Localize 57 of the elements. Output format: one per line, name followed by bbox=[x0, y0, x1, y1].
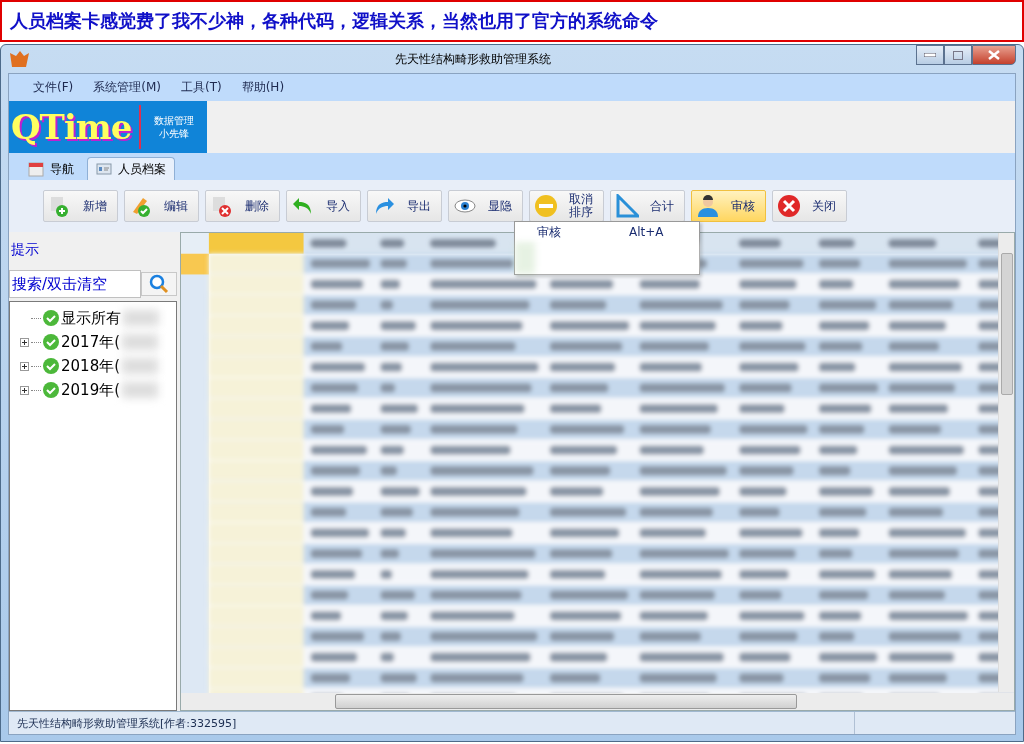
minimize-button[interactable] bbox=[916, 45, 944, 65]
check-icon bbox=[43, 310, 59, 326]
toolbar-button[interactable]: 删除 bbox=[205, 190, 280, 222]
id-card-icon bbox=[96, 161, 112, 177]
menu-item[interactable]: 系统管理(M) bbox=[83, 79, 171, 96]
app-icon bbox=[8, 49, 30, 69]
toolbar-button[interactable]: 取消排序 bbox=[529, 190, 604, 222]
blurred-text bbox=[122, 358, 159, 374]
close-icon bbox=[988, 50, 1000, 60]
horizontal-scrollbar[interactable] bbox=[181, 693, 1014, 710]
tab[interactable]: 人员档案 bbox=[87, 157, 175, 180]
tree-item[interactable]: 2017年( bbox=[61, 332, 121, 352]
user-icon bbox=[696, 194, 720, 218]
check-icon bbox=[43, 358, 59, 374]
toolbar-button[interactable]: 导出 bbox=[367, 190, 442, 222]
search-field[interactable]: 搜索/双击清空 bbox=[9, 270, 141, 298]
tree-item[interactable]: 显示所有 bbox=[61, 308, 121, 328]
close-icon bbox=[777, 194, 801, 218]
tree-item[interactable]: 2019年( bbox=[61, 380, 121, 400]
menu-item[interactable]: 文件(F) bbox=[23, 79, 84, 96]
vertical-scrollbar[interactable] bbox=[998, 233, 1014, 692]
expand-icon[interactable] bbox=[20, 337, 29, 347]
tab[interactable]: 导航 bbox=[19, 157, 83, 180]
menu-item[interactable]: 审核 Alt+A bbox=[515, 222, 699, 242]
toolbar-button[interactable]: 审核 bbox=[691, 190, 766, 222]
blurred-text bbox=[122, 382, 159, 398]
menu-item[interactable]: 帮助(H) bbox=[231, 79, 295, 96]
maximize-icon bbox=[953, 50, 963, 60]
window-title: 先天性结构畸形救助管理系统 bbox=[394, 50, 552, 68]
search-button[interactable] bbox=[141, 272, 177, 296]
status-text: 先天性结构畸形救助管理系统[作者:332595] bbox=[16, 715, 238, 731]
logo-name: QTime bbox=[10, 107, 133, 147]
maximize-button[interactable] bbox=[944, 45, 972, 65]
search-icon bbox=[149, 274, 169, 294]
calendar-icon bbox=[28, 161, 44, 177]
toolbar-button[interactable]: 编辑 bbox=[124, 190, 199, 222]
banner-caption: 人员档案卡感觉费了我不少神，各种代码，逻辑关系，当然也用了官方的系统命令 bbox=[0, 0, 1024, 42]
menu-item[interactable]: 工具(T) bbox=[171, 79, 232, 96]
blurred-text bbox=[122, 334, 159, 350]
minus-circle-icon bbox=[534, 194, 558, 218]
tree-item[interactable]: 2018年( bbox=[61, 356, 121, 376]
expand-icon[interactable] bbox=[20, 361, 29, 371]
hint-label: 提示 bbox=[10, 240, 40, 259]
toolbar-button[interactable]: 新增 bbox=[43, 190, 118, 222]
toolbar-button[interactable]: 关闭 bbox=[772, 190, 847, 222]
logo-subtitle: 数据管理 小先锋 bbox=[153, 114, 196, 140]
blurred-text bbox=[123, 310, 159, 326]
close-button[interactable] bbox=[972, 45, 1016, 65]
document-delete-icon bbox=[210, 194, 234, 218]
expand-icon[interactable] bbox=[20, 385, 29, 395]
minimize-icon bbox=[924, 53, 936, 57]
check-icon bbox=[43, 334, 59, 350]
triangle-ruler-icon bbox=[615, 194, 639, 218]
check-icon bbox=[43, 382, 59, 398]
toolbar-button[interactable]: 导入 bbox=[286, 190, 361, 222]
toolbar-button[interactable]: 显隐 bbox=[448, 190, 523, 222]
toolbar-button[interactable]: 合计 bbox=[610, 190, 685, 222]
